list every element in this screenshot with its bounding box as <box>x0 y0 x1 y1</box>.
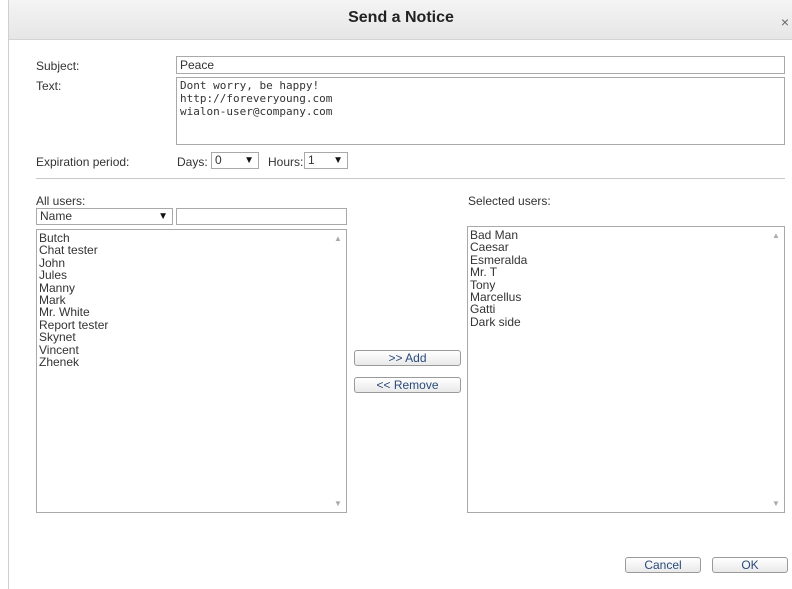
text-line: wialon-user@company.com <box>180 105 333 118</box>
list-item[interactable]: Manny <box>39 281 344 294</box>
list-item[interactable]: Bad Man <box>470 229 782 242</box>
chevron-down-icon: ▼ <box>158 211 168 222</box>
subject-label: Subject: <box>36 59 80 73</box>
list-item[interactable]: Report tester <box>39 318 344 331</box>
list-item[interactable]: Gatti <box>470 303 782 316</box>
days-value: 0 <box>215 153 222 167</box>
scrollbar[interactable]: ▲ ▼ <box>330 230 346 512</box>
hours-select[interactable]: 1 ▼ <box>304 152 348 169</box>
list-item[interactable]: Marcellus <box>470 291 782 304</box>
selected-users-list[interactable]: Bad Man Caesar Esmeralda Mr. T Tony Marc… <box>467 226 785 513</box>
expiration-label: Expiration period: <box>36 155 130 169</box>
filter-input[interactable] <box>176 208 347 225</box>
all-users-label: All users: <box>36 194 86 208</box>
divider <box>36 178 785 179</box>
all-users-list[interactable]: Butch Chat tester John Jules Manny Mark … <box>36 229 347 513</box>
filter-field-select[interactable]: Name ▼ <box>36 208 173 225</box>
list-item[interactable]: Vincent <box>39 343 344 356</box>
subject-value: Peace <box>180 58 215 72</box>
scroll-up-icon[interactable]: ▲ <box>334 234 342 243</box>
filter-field-value: Name <box>40 209 73 223</box>
list-item[interactable]: Caesar <box>470 241 782 254</box>
dialog-titlebar: Send a Notice × <box>9 0 792 40</box>
text-area[interactable]: Dont worry, be happy! http://foreveryoun… <box>176 77 785 145</box>
chevron-down-icon: ▼ <box>333 155 343 166</box>
list-item[interactable]: Mr. White <box>39 306 344 319</box>
days-select[interactable]: 0 ▼ <box>211 152 259 169</box>
subject-input[interactable]: Peace <box>176 56 785 74</box>
remove-button[interactable]: << Remove <box>354 377 461 393</box>
text-line: http://foreveryoung.com <box>180 92 333 105</box>
days-label: Days: <box>177 155 208 169</box>
scrollbar[interactable]: ▲ ▼ <box>768 227 784 512</box>
send-notice-dialog: Send a Notice × Subject: Peace Text: Don… <box>8 0 792 589</box>
scroll-down-icon[interactable]: ▼ <box>334 499 342 508</box>
selected-users-label: Selected users: <box>468 194 551 208</box>
scroll-up-icon[interactable]: ▲ <box>772 231 780 240</box>
list-item[interactable]: John <box>39 256 344 269</box>
ok-button[interactable]: OK <box>712 557 788 573</box>
list-item[interactable]: Mr. T <box>470 266 782 279</box>
hours-label: Hours: <box>268 155 304 169</box>
list-item[interactable]: Zhenek <box>39 356 344 369</box>
scroll-down-icon[interactable]: ▼ <box>772 499 780 508</box>
add-button[interactable]: >> Add <box>354 350 461 366</box>
chevron-down-icon: ▼ <box>244 155 254 166</box>
hours-value: 1 <box>308 153 315 167</box>
cancel-button[interactable]: Cancel <box>625 557 701 573</box>
list-item[interactable]: Jules <box>39 269 344 282</box>
text-line: Dont worry, be happy! <box>180 79 320 92</box>
list-item[interactable]: Dark side <box>470 315 782 328</box>
list-item[interactable]: Skynet <box>39 331 344 344</box>
text-label: Text: <box>36 79 62 93</box>
list-item[interactable]: Chat tester <box>39 244 344 257</box>
list-item[interactable]: Esmeralda <box>470 253 782 266</box>
close-icon[interactable]: × <box>781 14 789 30</box>
dialog-title: Send a Notice <box>348 9 454 26</box>
